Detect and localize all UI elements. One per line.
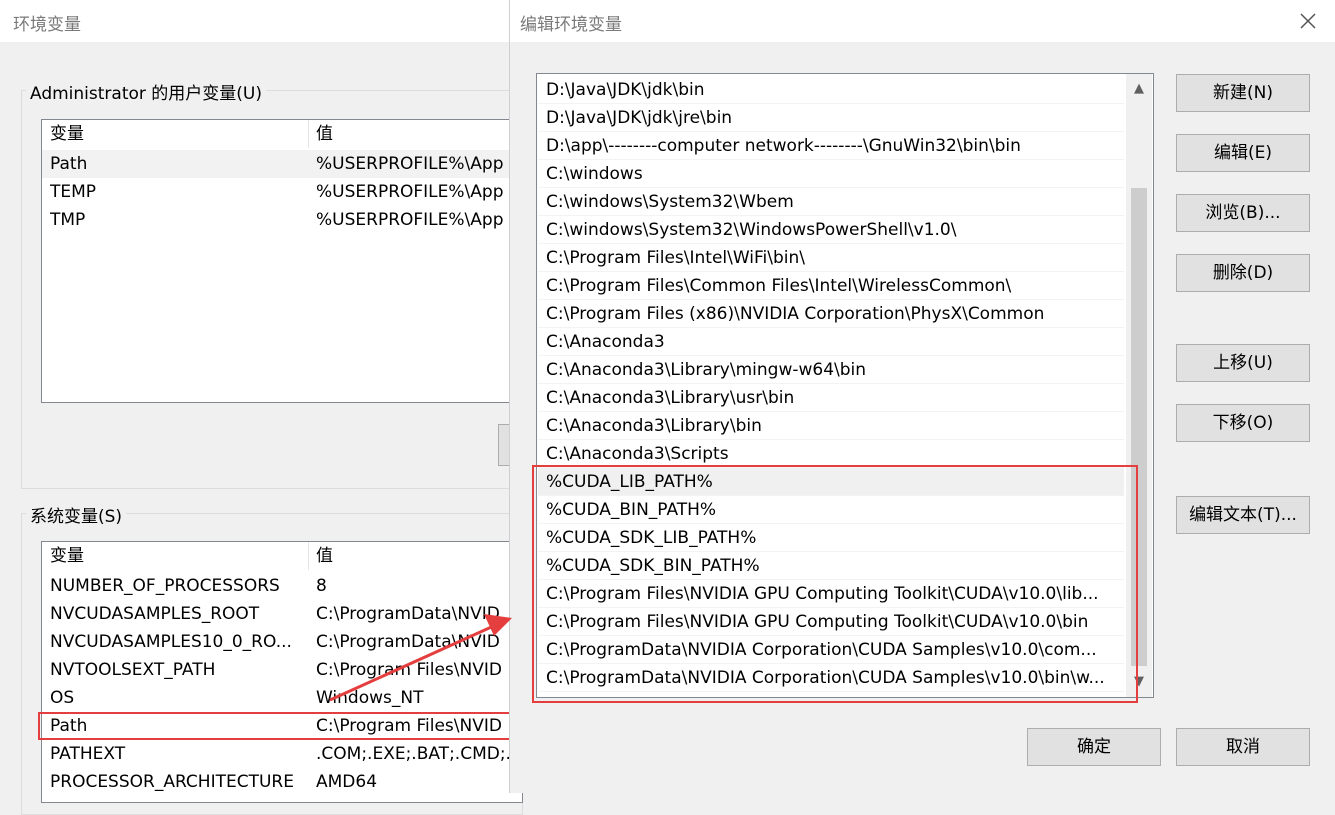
variable-value: C:\Program Files\NVID	[316, 660, 502, 680]
path-entry[interactable]: C:\windows\System32\WindowsPowerShell\v1…	[538, 216, 1124, 244]
ok-button[interactable]: 确定	[1027, 728, 1161, 766]
path-row-highlight-box	[38, 712, 512, 740]
variable-value: C:\ProgramData\NVID	[316, 604, 500, 624]
user-var-row-path[interactable]: Path %USERPROFILE%\App	[42, 150, 522, 178]
edit-text-button[interactable]: 编辑文本(T)...	[1176, 496, 1310, 534]
path-entry[interactable]: C:\Anaconda3\Library\bin	[538, 412, 1124, 440]
variable-name: NVCUDASAMPLES_ROOT	[50, 604, 260, 624]
variable-value: %USERPROFILE%\App	[316, 182, 504, 202]
edit-button[interactable]: 编辑(E)	[1176, 134, 1310, 172]
column-header-value[interactable]: 值	[316, 120, 333, 148]
column-header-variable[interactable]: 变量	[50, 542, 84, 570]
path-entry[interactable]: D:\Java\JDK\jdk\bin	[538, 76, 1124, 104]
variable-name: OS	[50, 688, 75, 708]
path-entry[interactable]: C:\windows	[538, 160, 1124, 188]
path-entry[interactable]: D:\Java\JDK\jdk\jre\bin	[538, 104, 1124, 132]
system-var-row[interactable]: PROCESSOR_ARCHITECTURE AMD64	[42, 768, 522, 796]
dialog-title: 环境变量	[13, 15, 81, 35]
path-entry[interactable]: C:\windows\System32\Wbem	[538, 188, 1124, 216]
system-var-row[interactable]: NVTOOLSEXT_PATH C:\Program Files\NVID	[42, 656, 522, 684]
column-header-value[interactable]: 值	[316, 542, 333, 570]
system-vars-list[interactable]: 变量 值 NUMBER_OF_PROCESSORS 8 NVCUDASAMPLE…	[41, 541, 523, 803]
variable-value: .COM;.EXE;.BAT;.CMD;.V	[316, 744, 523, 764]
system-var-row[interactable]: NVCUDASAMPLES10_0_RO... C:\ProgramData\N…	[42, 628, 522, 656]
path-entry[interactable]: C:\Anaconda3	[538, 328, 1124, 356]
path-entry[interactable]: D:\app\--------computer network--------\…	[538, 132, 1124, 160]
path-entry[interactable]: C:\Anaconda3\Scripts	[538, 440, 1124, 468]
cuda-paths-highlight-box	[532, 465, 1138, 703]
user-vars-group-label: Administrator 的用户变量(U)	[26, 79, 266, 104]
variable-name: NUMBER_OF_PROCESSORS	[50, 576, 280, 596]
path-entry[interactable]: C:\Anaconda3\Library\mingw-w64\bin	[538, 356, 1124, 384]
scroll-up-icon[interactable]: ▲	[1126, 74, 1152, 104]
variable-name: PROCESSOR_ARCHITECTURE	[50, 772, 294, 792]
variable-value: %USERPROFILE%\App	[316, 154, 504, 174]
system-vars-group-label: 系统变量(S)	[26, 502, 127, 527]
variable-value: C:\ProgramData\NVID	[316, 632, 500, 652]
variable-name: PATHEXT	[50, 744, 126, 764]
system-var-row[interactable]: PATHEXT .COM;.EXE;.BAT;.CMD;.V	[42, 740, 523, 768]
edit-environment-variable-dialog: 编辑环境变量 D:\Java\JDK\jdk\bin D:\Java\JDK\j…	[510, 0, 1335, 793]
path-entry[interactable]: C:\Anaconda3\Library\usr\bin	[538, 384, 1124, 412]
variable-name: TMP	[50, 210, 86, 230]
path-entry[interactable]: C:\Program Files\Common Files\Intel\Wire…	[538, 272, 1124, 300]
column-divider[interactable]	[308, 120, 309, 148]
variable-value: AMD64	[316, 772, 378, 792]
environment-variables-dialog: 环境变量 Administrator 的用户变量(U) 变量 值 Path %U…	[0, 0, 523, 815]
title-bar: 环境变量	[0, 0, 512, 42]
cancel-button[interactable]: 取消	[1176, 728, 1310, 766]
variable-name: NVCUDASAMPLES10_0_RO...	[50, 632, 292, 652]
system-var-row[interactable]: NVCUDASAMPLES_ROOT C:\ProgramData\NVID	[42, 600, 522, 628]
column-divider[interactable]	[308, 542, 309, 570]
browse-button[interactable]: 浏览(B)...	[1176, 194, 1310, 232]
dialog-title: 编辑环境变量	[520, 15, 622, 35]
variable-name: NVTOOLSEXT_PATH	[50, 660, 216, 680]
variable-value: 8	[316, 576, 327, 596]
variable-value: %USERPROFILE%\App	[316, 210, 504, 230]
user-var-row-temp[interactable]: TEMP %USERPROFILE%\App	[42, 178, 522, 206]
path-entry[interactable]: C:\Program Files (x86)\NVIDIA Corporatio…	[538, 300, 1124, 328]
column-header-variable[interactable]: 变量	[50, 120, 84, 148]
variable-value: Windows_NT	[316, 688, 424, 708]
user-var-row-tmp[interactable]: TMP %USERPROFILE%\App	[42, 206, 522, 234]
variable-name: TEMP	[50, 182, 97, 202]
variable-name: Path	[50, 154, 88, 174]
user-vars-list[interactable]: 变量 值 Path %USERPROFILE%\App TEMP %USERPR…	[41, 119, 523, 403]
new-button[interactable]: 新建(N)	[1176, 74, 1310, 112]
title-bar: 编辑环境变量	[510, 0, 1335, 42]
move-down-button[interactable]: 下移(O)	[1176, 404, 1310, 442]
system-var-row[interactable]: NUMBER_OF_PROCESSORS 8	[42, 572, 522, 600]
close-icon[interactable]	[1293, 6, 1323, 36]
delete-button[interactable]: 删除(D)	[1176, 254, 1310, 292]
move-up-button[interactable]: 上移(U)	[1176, 344, 1310, 382]
path-entry[interactable]: C:\Program Files\Intel\WiFi\bin\	[538, 244, 1124, 272]
system-var-row[interactable]: OS Windows_NT	[42, 684, 522, 712]
